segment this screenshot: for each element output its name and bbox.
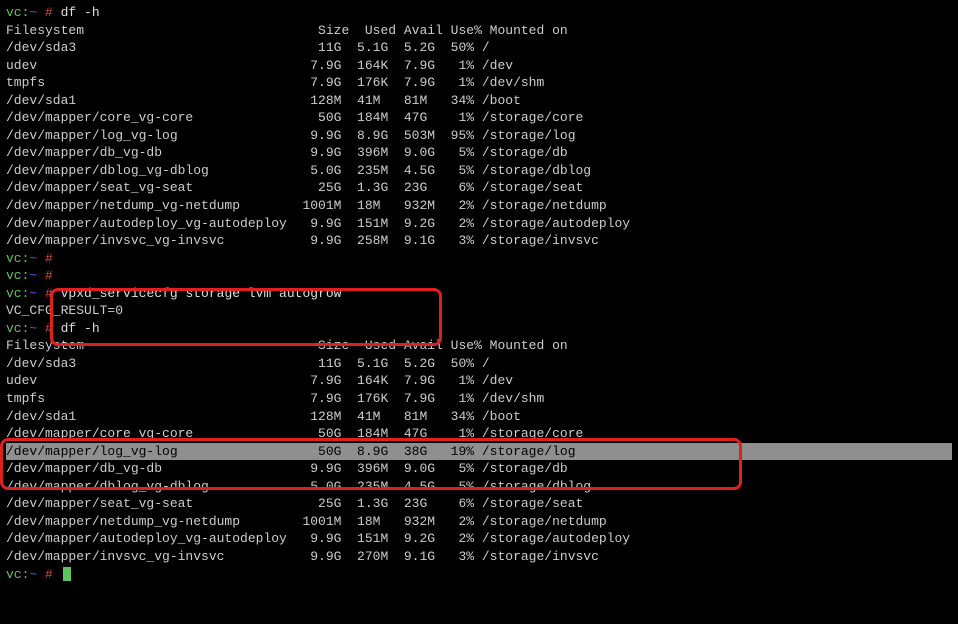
df-row: udev 7.9G 164K 7.9G 1% /dev xyxy=(6,372,952,390)
df-row: /dev/mapper/dblog_vg-dblog 5.0G 235M 4.5… xyxy=(6,162,952,180)
df-row: /dev/mapper/invsvc_vg-invsvc 9.9G 258M 9… xyxy=(6,232,952,250)
prompt-line[interactable]: vc:~ # xyxy=(6,250,952,268)
df-row: tmpfs 7.9G 176K 7.9G 1% /dev/shm xyxy=(6,74,952,92)
df-row: /dev/mapper/netdump_vg-netdump 1001M 18M… xyxy=(6,513,952,531)
df-row: /dev/sda3 11G 5.1G 5.2G 50% / xyxy=(6,355,952,373)
terminal-output: vc:~ # df -hFilesystem Size Used Avail U… xyxy=(6,4,952,583)
df-row: /dev/mapper/log_vg-log 50G 8.9G 38G 19% … xyxy=(6,443,952,461)
df-row: /dev/sda3 11G 5.1G 5.2G 50% / xyxy=(6,39,952,57)
cmd-result: VC_CFG_RESULT=0 xyxy=(6,302,952,320)
df-header: Filesystem Size Used Avail Use% Mounted … xyxy=(6,22,952,40)
df-row: /dev/mapper/autodeploy_vg-autodeploy 9.9… xyxy=(6,530,952,548)
prompt-line[interactable]: vc:~ # df -h xyxy=(6,320,952,338)
df-header: Filesystem Size Used Avail Use% Mounted … xyxy=(6,337,952,355)
prompt-line[interactable]: vc:~ # df -h xyxy=(6,4,952,22)
df-row: tmpfs 7.9G 176K 7.9G 1% /dev/shm xyxy=(6,390,952,408)
df-row: /dev/mapper/netdump_vg-netdump 1001M 18M… xyxy=(6,197,952,215)
df-row: /dev/mapper/core_vg-core 50G 184M 47G 1%… xyxy=(6,109,952,127)
terminal-cursor[interactable] xyxy=(63,567,71,581)
df-row: /dev/mapper/seat_vg-seat 25G 1.3G 23G 6%… xyxy=(6,495,952,513)
df-row: /dev/mapper/dblog_vg-dblog 5.0G 235M 4.5… xyxy=(6,478,952,496)
df-row: /dev/sda1 128M 41M 81M 34% /boot xyxy=(6,408,952,426)
df-row: /dev/mapper/invsvc_vg-invsvc 9.9G 270M 9… xyxy=(6,548,952,566)
prompt-line[interactable]: vc:~ # xyxy=(6,267,952,285)
df-row: udev 7.9G 164K 7.9G 1% /dev xyxy=(6,57,952,75)
prompt-line[interactable]: vc:~ # vpxd_servicecfg storage lvm autog… xyxy=(6,285,952,303)
df-row: /dev/mapper/core_vg-core 50G 184M 47G 1%… xyxy=(6,425,952,443)
df-row: /dev/mapper/db_vg-db 9.9G 396M 9.0G 5% /… xyxy=(6,460,952,478)
df-row: /dev/mapper/seat_vg-seat 25G 1.3G 23G 6%… xyxy=(6,179,952,197)
df-row: /dev/mapper/autodeploy_vg-autodeploy 9.9… xyxy=(6,215,952,233)
df-row: /dev/mapper/db_vg-db 9.9G 396M 9.0G 5% /… xyxy=(6,144,952,162)
df-row: /dev/mapper/log_vg-log 9.9G 8.9G 503M 95… xyxy=(6,127,952,145)
df-row: /dev/sda1 128M 41M 81M 34% /boot xyxy=(6,92,952,110)
prompt-line[interactable]: vc:~ # xyxy=(6,566,952,584)
